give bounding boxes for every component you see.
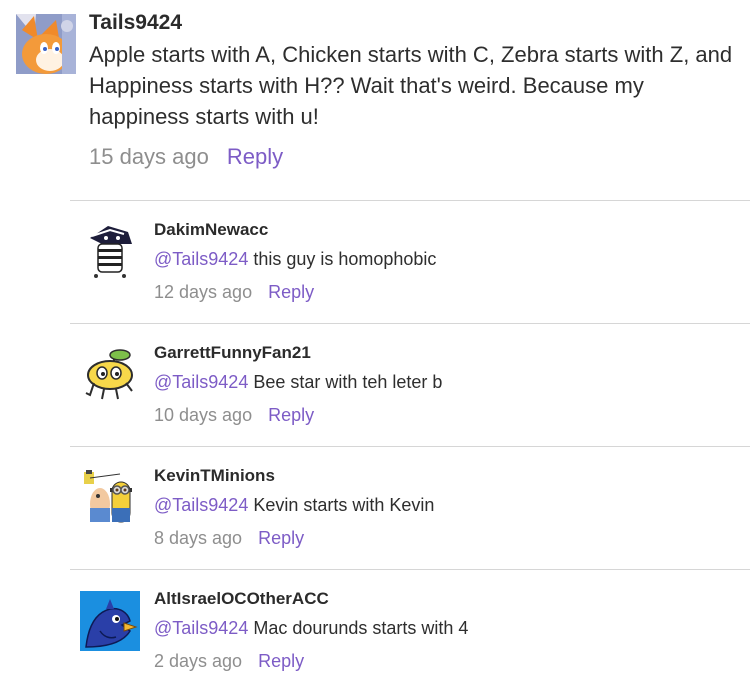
reply-avatar[interactable] xyxy=(80,468,140,528)
reply-text: @Tails9424 Kevin starts with Kevin xyxy=(154,494,734,516)
reply-item: KevinTMinions @Tails9424 Kevin starts wi… xyxy=(70,446,750,569)
reply-username[interactable]: DakimNewacc xyxy=(154,219,734,240)
reply-username[interactable]: GarrettFunnyFan21 xyxy=(154,342,734,363)
reply-avatar[interactable] xyxy=(80,591,140,651)
blue-bird-icon xyxy=(80,591,140,651)
reply-username[interactable]: AltIsraelOCOtherACC xyxy=(154,588,734,609)
reply-button[interactable]: Reply xyxy=(258,651,304,671)
comment-text: Apple starts with A, Chicken starts with… xyxy=(89,42,733,129)
main-avatar[interactable] xyxy=(16,14,76,74)
reply-list: DakimNewacc @Tails9424 this guy is homop… xyxy=(70,200,750,692)
yellow-fruit-character-icon xyxy=(80,345,140,405)
reply-avatar[interactable] xyxy=(80,222,140,282)
reply-username[interactable]: KevinTMinions xyxy=(154,465,734,486)
comment-timestamp: 15 days ago xyxy=(89,144,209,169)
reply-button[interactable]: Reply xyxy=(268,282,314,302)
reply-message: this guy is homophobic xyxy=(248,249,437,269)
reply-text: @Tails9424 Mac dourunds starts with 4 xyxy=(154,617,734,639)
user-mention-link[interactable]: @Tails9424 xyxy=(154,495,248,515)
reply-item: AltIsraelOCOtherACC @Tails9424 Mac douru… xyxy=(70,569,750,692)
reply-timestamp: 10 days ago xyxy=(154,405,253,425)
reply-timestamp: 2 days ago xyxy=(154,651,243,671)
reply-avatar[interactable] xyxy=(80,345,140,405)
reply-item: DakimNewacc @Tails9424 this guy is homop… xyxy=(70,200,750,323)
comment-username[interactable]: Tails9424 xyxy=(89,10,739,36)
reply-message: Mac dourunds starts with 4 xyxy=(248,618,469,638)
reply-message: Kevin starts with Kevin xyxy=(248,495,435,515)
fox-character-icon xyxy=(16,14,76,74)
reply-button[interactable]: Reply xyxy=(268,405,314,425)
reply-button[interactable]: Reply xyxy=(258,528,304,548)
reply-timestamp: 12 days ago xyxy=(154,282,253,302)
user-mention-link[interactable]: @Tails9424 xyxy=(154,249,248,269)
reply-text: @Tails9424 Bee star with teh leter b xyxy=(154,371,734,393)
reply-item: GarrettFunnyFan21 @Tails9424 Bee star wi… xyxy=(70,323,750,446)
reply-timestamp: 8 days ago xyxy=(154,528,243,548)
user-mention-link[interactable]: @Tails9424 xyxy=(154,618,248,638)
reply-button[interactable]: Reply xyxy=(227,144,283,169)
reply-message: Bee star with teh leter b xyxy=(248,372,443,392)
minion-icon xyxy=(80,468,140,528)
user-mention-link[interactable]: @Tails9424 xyxy=(154,372,248,392)
reply-text: @Tails9424 this guy is homophobic xyxy=(154,248,734,270)
striped-creature-icon xyxy=(80,222,140,282)
